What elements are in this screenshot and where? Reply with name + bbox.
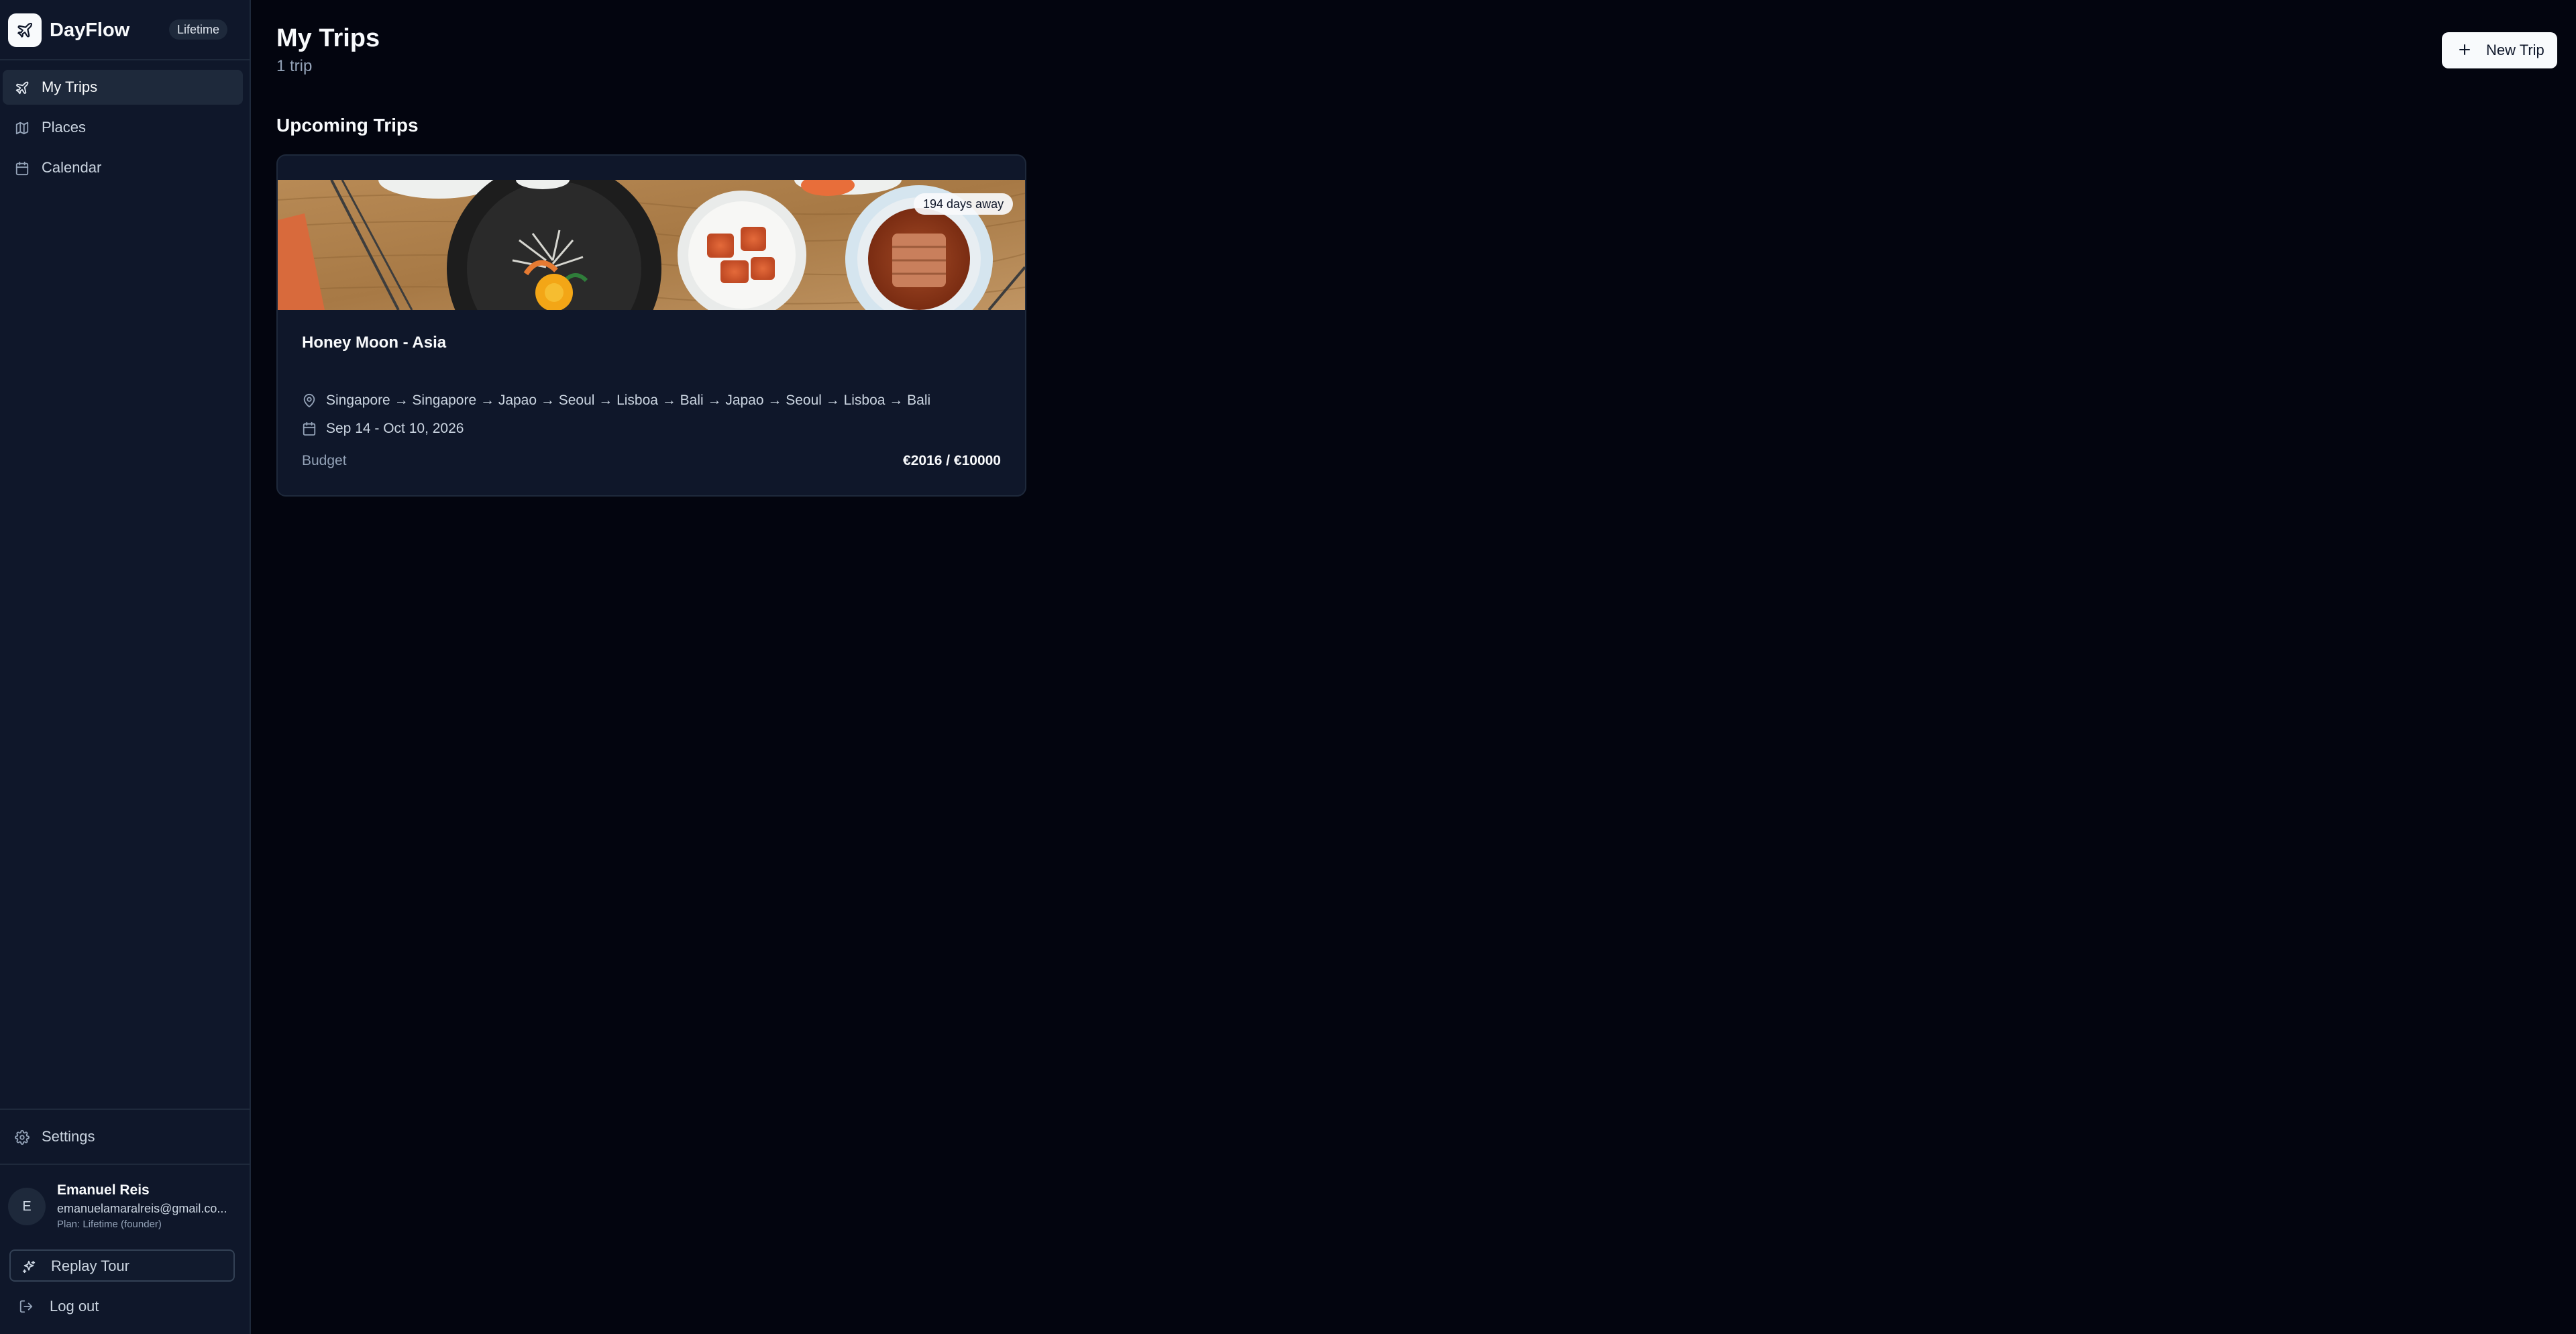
- gear-icon: [15, 1130, 30, 1145]
- brand-header: DayFlow Lifetime: [0, 0, 250, 60]
- sidebar-nav: My Trips Places Calendar: [0, 70, 250, 191]
- plane-icon: [15, 81, 30, 95]
- new-trip-button[interactable]: New Trip: [2442, 32, 2557, 68]
- calendar-icon: [15, 161, 30, 176]
- logo-plane-icon[interactable]: [8, 13, 42, 47]
- sparkles-icon: [21, 1260, 36, 1274]
- sidebar-item-my-trips[interactable]: My Trips: [3, 70, 243, 105]
- user-name: Emanuel Reis: [57, 1182, 150, 1198]
- days-away-badge: 194 days away: [914, 193, 1014, 215]
- app-name[interactable]: DayFlow: [50, 18, 129, 42]
- divider: [0, 1109, 250, 1110]
- user-email: emanuelamaralreis@gmail.co...: [57, 1202, 227, 1215]
- settings-label: Settings: [42, 1128, 95, 1145]
- logout-label: Log out: [50, 1298, 99, 1315]
- budget-label: Budget: [302, 453, 347, 468]
- map-icon: [15, 121, 30, 136]
- divider: [0, 1164, 250, 1165]
- sidebar-item-label: Places: [42, 119, 87, 136]
- replay-tour-label: Replay Tour: [51, 1258, 129, 1274]
- sidebar: DayFlow Lifetime My Trips Places Calenda…: [0, 0, 251, 1334]
- trip-dates: Sep 14 - Oct 10, 2026: [326, 421, 464, 436]
- section-title: Upcoming Trips: [276, 115, 419, 136]
- sidebar-item-places[interactable]: Places: [3, 110, 243, 145]
- plan-badge: Lifetime: [169, 19, 228, 40]
- trip-card[interactable]: 194 days away Honey Moon - Asia Singapor…: [276, 154, 1026, 497]
- trip-route: Singapore → Singapore → Japao → Seoul → …: [326, 393, 931, 408]
- logout-button[interactable]: Log out: [9, 1290, 235, 1323]
- sidebar-item-settings[interactable]: Settings: [3, 1119, 243, 1154]
- trip-count: 1 trip: [276, 57, 313, 75]
- page-title: My Trips: [276, 24, 380, 52]
- budget-value: €2016 / €10000: [903, 453, 1001, 468]
- calendar-icon: [302, 421, 317, 436]
- app-root: DayFlow Lifetime My Trips Places Calenda…: [0, 0, 2576, 1334]
- new-trip-label: New Trip: [2486, 42, 2544, 58]
- sidebar-item-calendar[interactable]: Calendar: [3, 150, 243, 185]
- replay-tour-button[interactable]: Replay Tour: [9, 1249, 235, 1282]
- plus-icon: [2457, 42, 2473, 58]
- user-plan: Plan: Lifetime (founder): [57, 1219, 162, 1230]
- logout-icon: [19, 1299, 34, 1314]
- avatar[interactable]: E: [8, 1188, 46, 1225]
- sidebar-item-label: Calendar: [42, 159, 102, 176]
- main-content: My Trips 1 trip New Trip Upcoming Trips: [251, 0, 2576, 1334]
- map-pin-icon: [302, 393, 317, 408]
- trip-name[interactable]: Honey Moon - Asia: [302, 333, 446, 353]
- sidebar-item-label: My Trips: [42, 79, 98, 95]
- trip-cover-image: [278, 180, 1025, 310]
